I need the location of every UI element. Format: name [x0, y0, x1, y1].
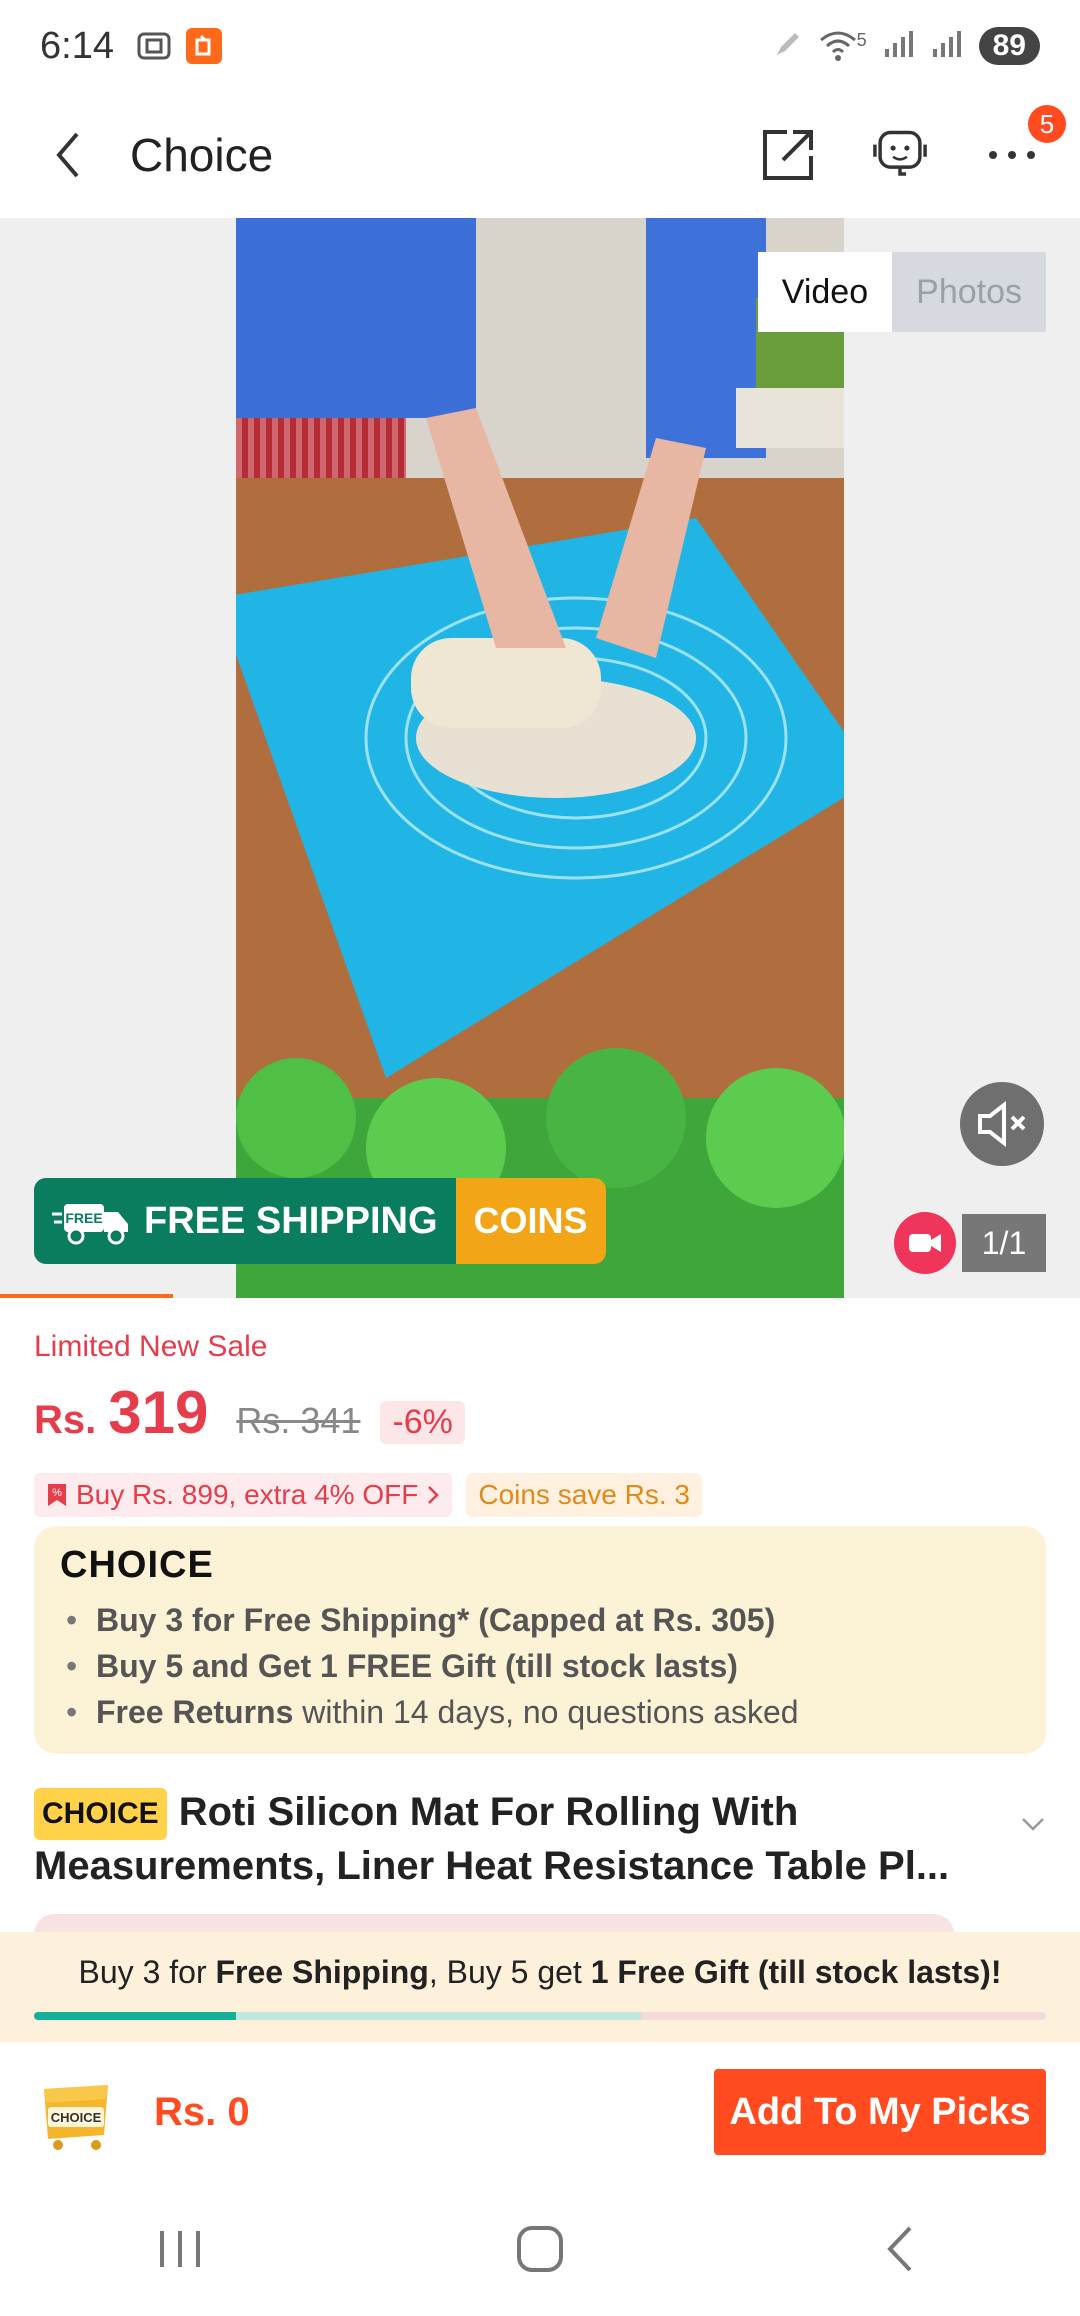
coins-badge: COINS	[455, 1178, 606, 1264]
recent-apps-button[interactable]	[135, 2204, 225, 2294]
shopping-cart-icon: CHOICE	[44, 2085, 108, 2150]
system-back-button[interactable]	[855, 2204, 945, 2294]
choice-benefits[interactable]: CHOICE Buy 3 for Free Shipping* (Capped …	[34, 1526, 1046, 1754]
expand-title-button[interactable]	[1020, 1786, 1046, 1892]
choice-title-badge: CHOICE	[34, 1788, 167, 1841]
discount-badge: -6%	[380, 1401, 465, 1444]
status-notification-icons	[136, 28, 222, 64]
app-notification-icon	[185, 28, 222, 64]
share-button[interactable]	[756, 123, 820, 187]
product-video[interactable]	[236, 218, 844, 1298]
wifi-icon: 5	[819, 30, 867, 62]
sale-tag: Limited New Sale	[34, 1330, 268, 1363]
app-header: Choice 5	[0, 92, 1080, 218]
coins-save-offer[interactable]: Coins save Rs. 3	[466, 1473, 702, 1517]
screenshot-icon	[136, 28, 172, 64]
tab-photos[interactable]: Photos	[892, 252, 1046, 332]
cart-label: CHOICE	[51, 2110, 102, 2125]
choice-logo: CHOICE	[60, 1544, 214, 1586]
bundle-text: Buy 3 for Free Shipping, Buy 5 get 1 Fre…	[78, 1954, 1002, 1990]
bundle-progress-fill	[34, 2012, 236, 2020]
coupon-icon: %	[48, 1484, 66, 1506]
back-button[interactable]	[36, 123, 100, 187]
bundle-progress	[34, 2012, 1046, 2020]
notification-badge: 5	[1028, 105, 1066, 143]
chevron-left-icon	[56, 132, 79, 178]
battery-indicator: 89	[978, 27, 1040, 65]
signal-icon-2	[931, 29, 963, 64]
bundle-progress-secondary	[236, 2012, 641, 2020]
price-row: Rs. 319 Rs. 341 -6%	[34, 1378, 1046, 1447]
home-button[interactable]	[495, 2204, 585, 2294]
extra-off-offer[interactable]: % Buy Rs. 899, extra 4% OFF	[34, 1473, 453, 1517]
choice-cart-button[interactable]: CHOICE	[34, 2073, 118, 2151]
media-counter: 1/1	[962, 1214, 1046, 1272]
more-dots-icon	[989, 151, 1035, 159]
media-toggle: Video Photos	[757, 252, 1046, 332]
product-media[interactable]: Video Photos FREE FREE SHIPPING COINS 1/…	[0, 218, 1080, 1298]
status-right: 5 89	[773, 27, 1040, 65]
benefit-item: Buy 3 for Free Shipping* (Capped at Rs. …	[60, 1597, 1020, 1643]
system-nav-bar	[0, 2182, 1080, 2316]
status-time: 6:14	[40, 24, 114, 67]
price-value: 319	[108, 1379, 209, 1446]
picks-total: Rs. 0	[154, 2089, 250, 2134]
more-options-button[interactable]: 5	[980, 105, 1066, 187]
home-icon	[517, 2226, 563, 2272]
product-title-row[interactable]: CHOICE Roti Silicon Mat For Rolling With …	[34, 1786, 1046, 1892]
back-arrow-icon	[887, 2226, 912, 2272]
page-title: Choice	[130, 129, 274, 181]
pen-icon	[773, 29, 803, 64]
bundle-promo-strip[interactable]: Buy 3 for Free Shipping, Buy 5 get 1 Fre…	[0, 1932, 1080, 2042]
delivery-truck-icon: FREE	[52, 1204, 128, 1245]
free-badge-text: FREE	[65, 1210, 102, 1226]
product-title-text: Roti Silicon Mat For Rolling With Measur…	[34, 1790, 950, 1889]
free-shipping-label: FREE SHIPPING	[144, 1199, 438, 1242]
video-camera-icon	[909, 1234, 941, 1252]
offers-row: % Buy Rs. 899, extra 4% OFF Coins save R…	[34, 1473, 1046, 1517]
customer-service-button[interactable]	[868, 123, 932, 187]
header-actions: 5	[756, 105, 1066, 187]
free-shipping-badge: FREE FREE SHIPPING	[34, 1178, 456, 1264]
bottom-action-bar: CHOICE Rs. 0 Add To My Picks	[0, 2042, 1080, 2182]
product-info: Limited New Sale Rs. 319 Rs. 341 -6% % B…	[34, 1330, 1046, 1517]
video-frame-illustration	[236, 218, 844, 1298]
video-camera-button[interactable]	[894, 1212, 956, 1274]
choice-benefits-list: Buy 3 for Free Shipping* (Capped at Rs. …	[60, 1597, 1020, 1735]
tab-video[interactable]: Video	[757, 252, 893, 332]
wifi-label: 5	[856, 30, 867, 50]
extra-off-label: Buy Rs. 899, extra 4% OFF	[76, 1479, 419, 1510]
chevron-right-icon	[428, 1486, 440, 1504]
mute-button[interactable]	[960, 1082, 1044, 1166]
svg-text:%: %	[52, 1487, 62, 1499]
product-title: CHOICE Roti Silicon Mat For Rolling With …	[34, 1786, 994, 1892]
speaker-muted-icon	[978, 1101, 1026, 1147]
promo-banner: FREE FREE SHIPPING COINS	[34, 1178, 606, 1264]
benefit-item: Buy 5 and Get 1 FREE Gift (till stock la…	[60, 1643, 1020, 1689]
benefit-item: Free Returns within 14 days, no question…	[60, 1689, 1020, 1735]
signal-icon-1	[883, 29, 915, 64]
status-bar: 6:14 5 89	[0, 0, 1080, 92]
add-to-my-picks-button[interactable]: Add To My Picks	[714, 2069, 1046, 2155]
recent-apps-icon	[160, 2231, 200, 2267]
share-icon	[763, 130, 813, 180]
chevron-down-icon	[1022, 1818, 1044, 1831]
video-progress	[0, 1294, 173, 1298]
chatbot-icon	[873, 130, 927, 176]
price-currency: Rs.	[34, 1398, 97, 1442]
original-price: Rs. 341	[236, 1400, 361, 1441]
